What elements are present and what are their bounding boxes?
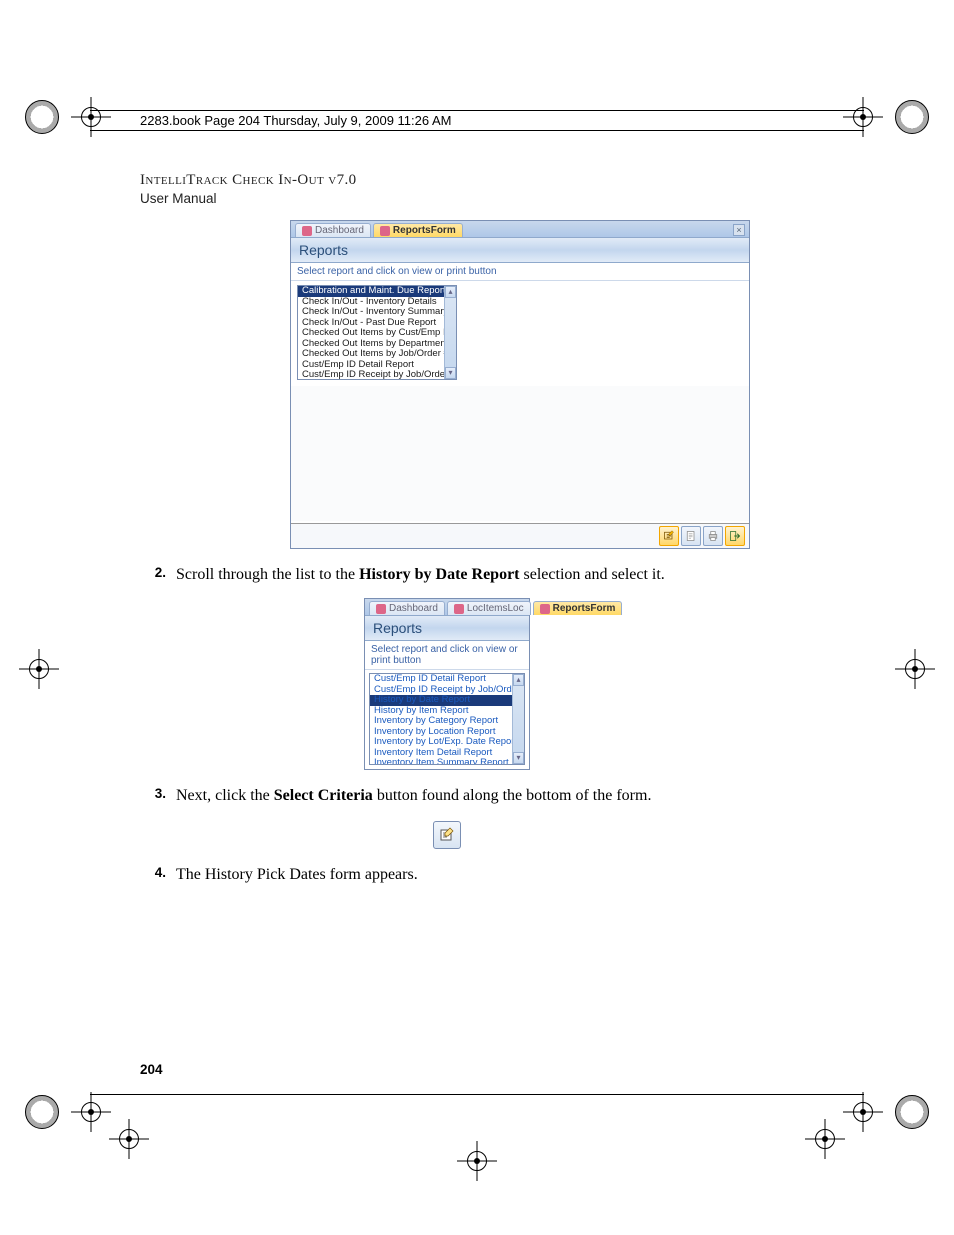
step-text: The History Pick Dates form appears. <box>176 863 754 886</box>
tab-locitemsloc[interactable]: LocItemsLoc <box>447 601 531 615</box>
tab-dashboard[interactable]: Dashboard <box>295 223 371 237</box>
scrollbar[interactable]: ▴ ▾ <box>444 286 456 379</box>
registration-mark <box>463 1147 491 1175</box>
reports-window-screenshot-2: Dashboard LocItemsLoc ReportsForm Report… <box>364 598 530 770</box>
tab-icon <box>454 604 464 614</box>
tab-icon <box>380 226 390 236</box>
list-item[interactable]: Checked Out Items by Job/Order # <box>298 349 456 360</box>
step-text: Scroll through the list to the History b… <box>176 563 754 586</box>
scrollbar[interactable]: ▴ ▾ <box>512 674 524 764</box>
reports-panel-title: Reports <box>291 237 749 263</box>
reports-listbox[interactable]: Cust/Emp ID Detail ReportCust/Emp ID Rec… <box>369 673 525 765</box>
close-icon[interactable]: × <box>733 224 745 236</box>
reports-listbox[interactable]: Calibration and Maint. Due Report Check I… <box>297 285 457 380</box>
reports-instruction: Select report and click on view or print… <box>291 263 749 281</box>
page-number: 204 <box>140 1062 163 1077</box>
tab-label: LocItemsLoc <box>467 603 524 614</box>
tab-icon <box>302 226 312 236</box>
tab-label: ReportsForm <box>393 225 456 236</box>
tab-reportsform[interactable]: ReportsForm <box>533 601 623 615</box>
reports-window-screenshot-1: Dashboard ReportsForm × Reports Select r… <box>290 220 750 549</box>
book-header: 2283.book Page 204 Thursday, July 9, 200… <box>90 110 864 131</box>
manual-title: IntelliTrack Check In-Out v7.0 <box>140 172 357 189</box>
scroll-down-icon[interactable]: ▾ <box>445 367 456 379</box>
select-criteria-button[interactable] <box>659 526 679 546</box>
scroll-up-icon[interactable]: ▴ <box>513 674 524 686</box>
reports-instruction: Select report and click on view or print… <box>365 641 529 670</box>
registration-mark <box>901 655 929 683</box>
exit-button[interactable] <box>725 526 745 546</box>
list-item[interactable]: Checked Out Items by Cust/Emp ID <box>298 328 456 339</box>
step-text: Next, click the Select Criteria button f… <box>176 784 754 807</box>
tab-label: Dashboard <box>315 225 364 236</box>
list-item[interactable]: Check In/Out - Inventory Summary <box>298 307 456 318</box>
registration-mark <box>25 1095 105 1129</box>
tab-icon <box>376 604 386 614</box>
registration-mark <box>849 1095 929 1129</box>
scroll-up-icon[interactable]: ▴ <box>445 286 456 298</box>
list-item[interactable]: Inventory Item Summary Report <box>370 758 524 765</box>
registration-mark <box>25 655 53 683</box>
print-report-button[interactable] <box>703 526 723 546</box>
tab-icon <box>540 604 550 614</box>
scroll-down-icon[interactable]: ▾ <box>513 752 524 764</box>
tab-label: Dashboard <box>389 603 438 614</box>
step-number: 4. <box>140 863 176 880</box>
reports-panel-title: Reports <box>365 615 529 641</box>
page-bottom-rule <box>90 1094 864 1095</box>
tab-label: ReportsForm <box>553 603 616 614</box>
manual-subtitle: User Manual <box>140 191 357 206</box>
tab-dashboard[interactable]: Dashboard <box>369 601 445 615</box>
list-item[interactable]: Calibration and Maint. Due Report <box>298 286 456 297</box>
list-item[interactable]: Cust/Emp ID Receipt by Job/Order# <box>298 370 456 380</box>
tab-reportsform[interactable]: ReportsForm <box>373 223 463 237</box>
step-number: 3. <box>140 784 176 801</box>
view-report-button[interactable] <box>681 526 701 546</box>
step-number: 2. <box>140 563 176 580</box>
book-header-text: 2283.book Page 204 Thursday, July 9, 200… <box>140 113 452 128</box>
select-criteria-button[interactable] <box>433 821 461 849</box>
